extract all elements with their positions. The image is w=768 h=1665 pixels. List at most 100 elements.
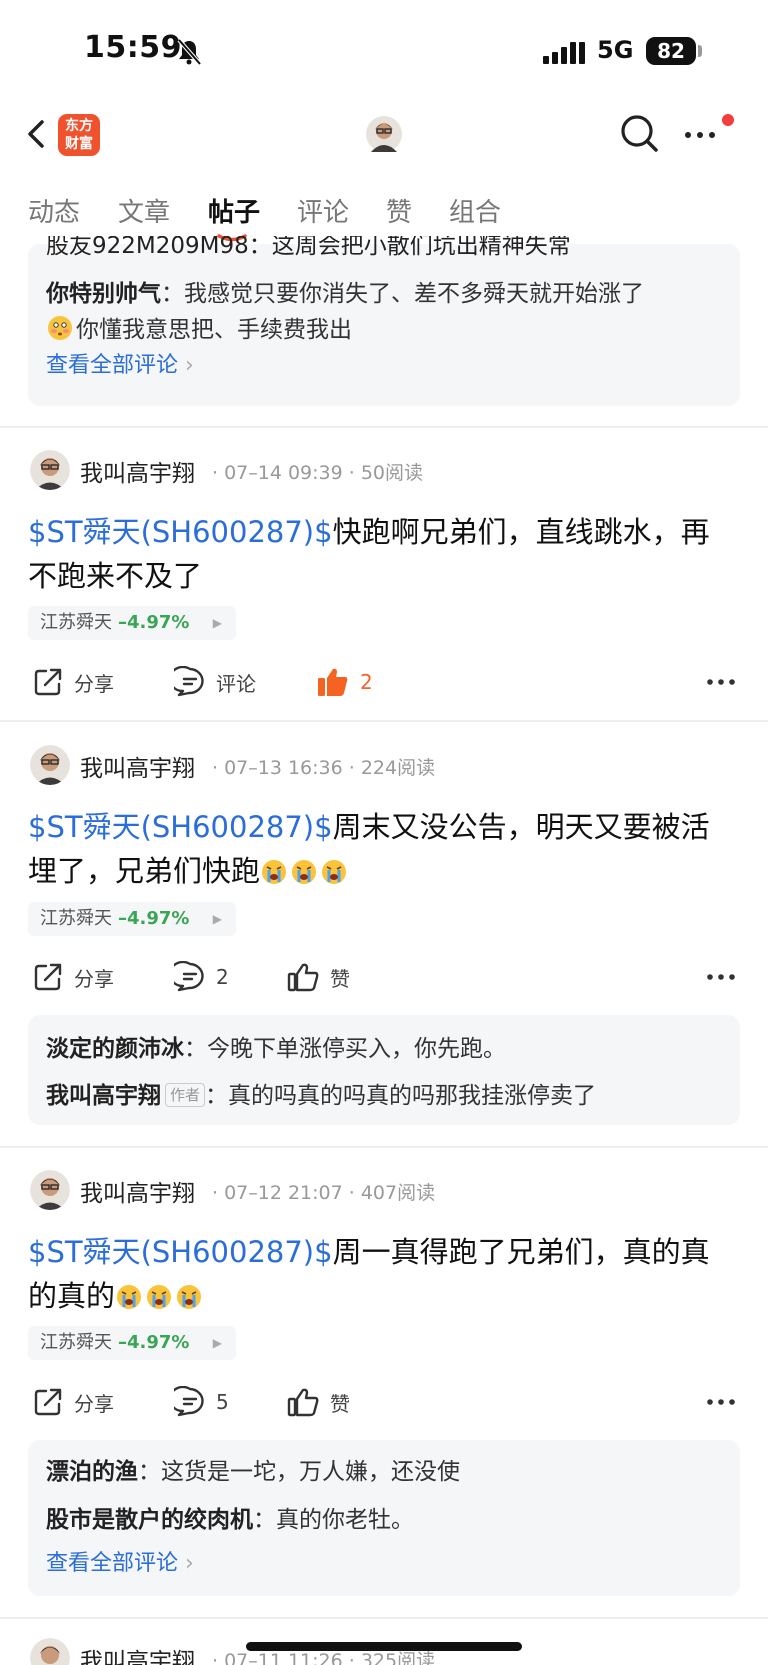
view-all-comments-link[interactable]: 查看全部评论 › [46,348,722,384]
post-actions: 分享 2 赞 [0,955,768,999]
comment-label: 评论 [216,671,256,696]
caret-right-icon: ▶ [212,616,222,630]
share-button[interactable]: 分享 [32,1380,114,1424]
author-name[interactable]: 我叫高宇翔 [80,1174,195,1208]
view-all-comments-link[interactable]: 查看全部评论 › [46,1544,722,1584]
stock-change: –4.97% [118,612,190,633]
nav-bar: 东方 财富 [0,100,768,170]
share-label: 分享 [74,1391,114,1416]
tab-comments[interactable]: 评论 [297,192,349,229]
commenter-name[interactable]: 漂泊的渔 [46,1459,138,1485]
tab-portfolios[interactable]: 组合 [449,192,501,229]
post-meta: · 07–13 16:36 · 224阅读 [212,757,436,779]
comment-button[interactable]: 评论 [174,660,256,704]
comment-item-continued: 你懂我意思把、手续费我出 [46,312,722,348]
post-more-icon[interactable] [704,670,738,694]
share-label: 分享 [74,671,114,696]
tab-dynamics[interactable]: 动态 [28,192,80,229]
stock-link[interactable]: $ST舜天(SH600287)$ [28,515,333,549]
profile-avatar[interactable] [366,116,402,152]
home-indicator [246,1642,522,1651]
battery-cap [698,45,702,57]
scrolled-header-remnant [28,166,728,176]
crying-emoji-icon [322,860,347,884]
author-avatar[interactable] [30,745,70,785]
comment-text: 今晚下单涨停买入，你先跑。 [207,1036,506,1062]
crying-emoji-icon [117,1285,142,1309]
comment-text: 真的你老牡。 [276,1507,414,1533]
app-logo-line2: 财富 [65,136,93,152]
signal-icon [543,42,585,64]
stock-change: –4.97% [118,908,190,929]
post-meta: · 07–14 09:39 · 50阅读 [212,462,424,484]
stock-quote-tag[interactable]: 江苏舜天 –4.97% ▶ [28,902,236,936]
post-more-icon[interactable] [704,965,738,989]
partially-hidden-comment: 股友922M209M98：这周会把小散们坑出精神失常 [46,236,726,258]
post-meta: · 07–12 21:07 · 407阅读 [212,1182,436,1204]
share-button[interactable]: 分享 [32,660,114,704]
comment-item[interactable]: 淡定的颜沛冰：今晚下单涨停买入，你先跑。 [46,1025,722,1073]
stock-name: 江苏舜天 [40,908,112,929]
comment-count: 2 [216,965,229,989]
post-divider [0,720,768,722]
comment-button[interactable]: 2 [174,955,229,999]
commenter-name[interactable]: 股市是散户的绞肉机 [46,1507,253,1533]
author-name[interactable]: 我叫高宇翔 [80,1642,195,1665]
crying-emoji-icon [262,860,287,884]
stock-link[interactable]: $ST舜天(SH600287)$ [28,1235,333,1269]
post-comments: 淡定的颜沛冰：今晚下单涨停买入，你先跑。 我叫高宇翔 作者 ：真的吗真的吗真的吗那我… [28,1015,740,1125]
like-button[interactable]: 赞 [286,1380,350,1424]
network-label: 5G [597,36,634,64]
comment-item[interactable]: 股市是散户的绞肉机：真的你老牡。 [46,1496,722,1544]
partial-comment-text: 股友922M209M98：这周会把小散们坑出精神失常 [46,236,571,258]
app-logo[interactable]: 东方 财富 [58,114,100,156]
flushed-emoji-icon [48,316,72,340]
author-name[interactable]: 我叫高宇翔 [80,749,195,783]
post-more-icon[interactable] [704,1390,738,1414]
comment-icon [174,1386,204,1417]
tab-articles[interactable]: 文章 [118,192,170,229]
post-content[interactable]: $ST舜天(SH600287)$快跑啊兄弟们，直线跳水，再不跑来不及了 [28,510,738,598]
author-name[interactable]: 我叫高宇翔 [80,454,195,488]
previous-post-comments: 你特别帅气：我感觉只要你消失了、差不多舜天就开始涨了 你懂我意思把、手续费我出 … [28,244,740,406]
thumbs-up-filled-icon [318,668,348,696]
stock-quote-tag[interactable]: 江苏舜天 –4.97% ▶ [28,606,236,640]
app-logo-line1: 东方 [65,118,93,134]
commenter-name[interactable]: 淡定的颜沛冰 [46,1036,184,1062]
author-avatar[interactable] [30,1170,70,1210]
bell-muted-icon [177,38,202,66]
comment-icon [174,961,204,992]
comment-icon [174,666,204,697]
share-icon [34,1388,62,1416]
search-icon[interactable] [618,112,660,154]
comment-count: 5 [216,1390,229,1414]
comment-item[interactable]: 我叫高宇翔 作者 ：真的吗真的吗真的吗那我挂涨停卖了 [46,1073,722,1119]
comment-item[interactable]: 漂泊的渔：这货是一坨，万人嫌，还没使 [46,1448,722,1496]
back-icon[interactable] [22,114,52,154]
stock-name: 江苏舜天 [40,1332,112,1353]
author-avatar[interactable] [30,1638,70,1665]
comment-item[interactable]: 你特别帅气：我感觉只要你消失了、差不多舜天就开始涨了 [46,276,722,312]
post-content[interactable]: $ST舜天(SH600287)$周末又没公告，明天又要被活埋了，兄弟们快跑 [28,805,738,893]
stock-quote-tag[interactable]: 江苏舜天 –4.97% ▶ [28,1326,236,1360]
stock-link[interactable]: $ST舜天(SH600287)$ [28,810,333,844]
thumbs-up-icon [287,963,319,992]
comment-text-continued: 你懂我意思把、手续费我出 [76,317,352,343]
comment-button[interactable]: 5 [174,1380,229,1424]
battery-indicator: 82 [646,37,696,65]
author-avatar[interactable] [30,450,70,490]
share-icon [34,668,62,696]
crying-emoji-icon [292,860,317,884]
like-button[interactable]: 2 [316,660,373,704]
commenter-name[interactable]: 我叫高宇翔 [46,1083,161,1109]
post-content[interactable]: $ST舜天(SH600287)$周一真得跑了兄弟们，真的真的真的 [28,1230,738,1318]
share-button[interactable]: 分享 [32,955,114,999]
view-all-label: 查看全部评论 [46,1551,179,1576]
commenter-name[interactable]: 你特别帅气 [46,281,161,307]
like-button[interactable]: 赞 [286,955,350,999]
share-label: 分享 [74,966,114,991]
author-tag: 作者 [165,1083,206,1107]
more-options-icon[interactable] [680,120,730,150]
tab-likes[interactable]: 赞 [386,192,412,229]
tab-posts[interactable]: 帖子 [208,192,260,229]
